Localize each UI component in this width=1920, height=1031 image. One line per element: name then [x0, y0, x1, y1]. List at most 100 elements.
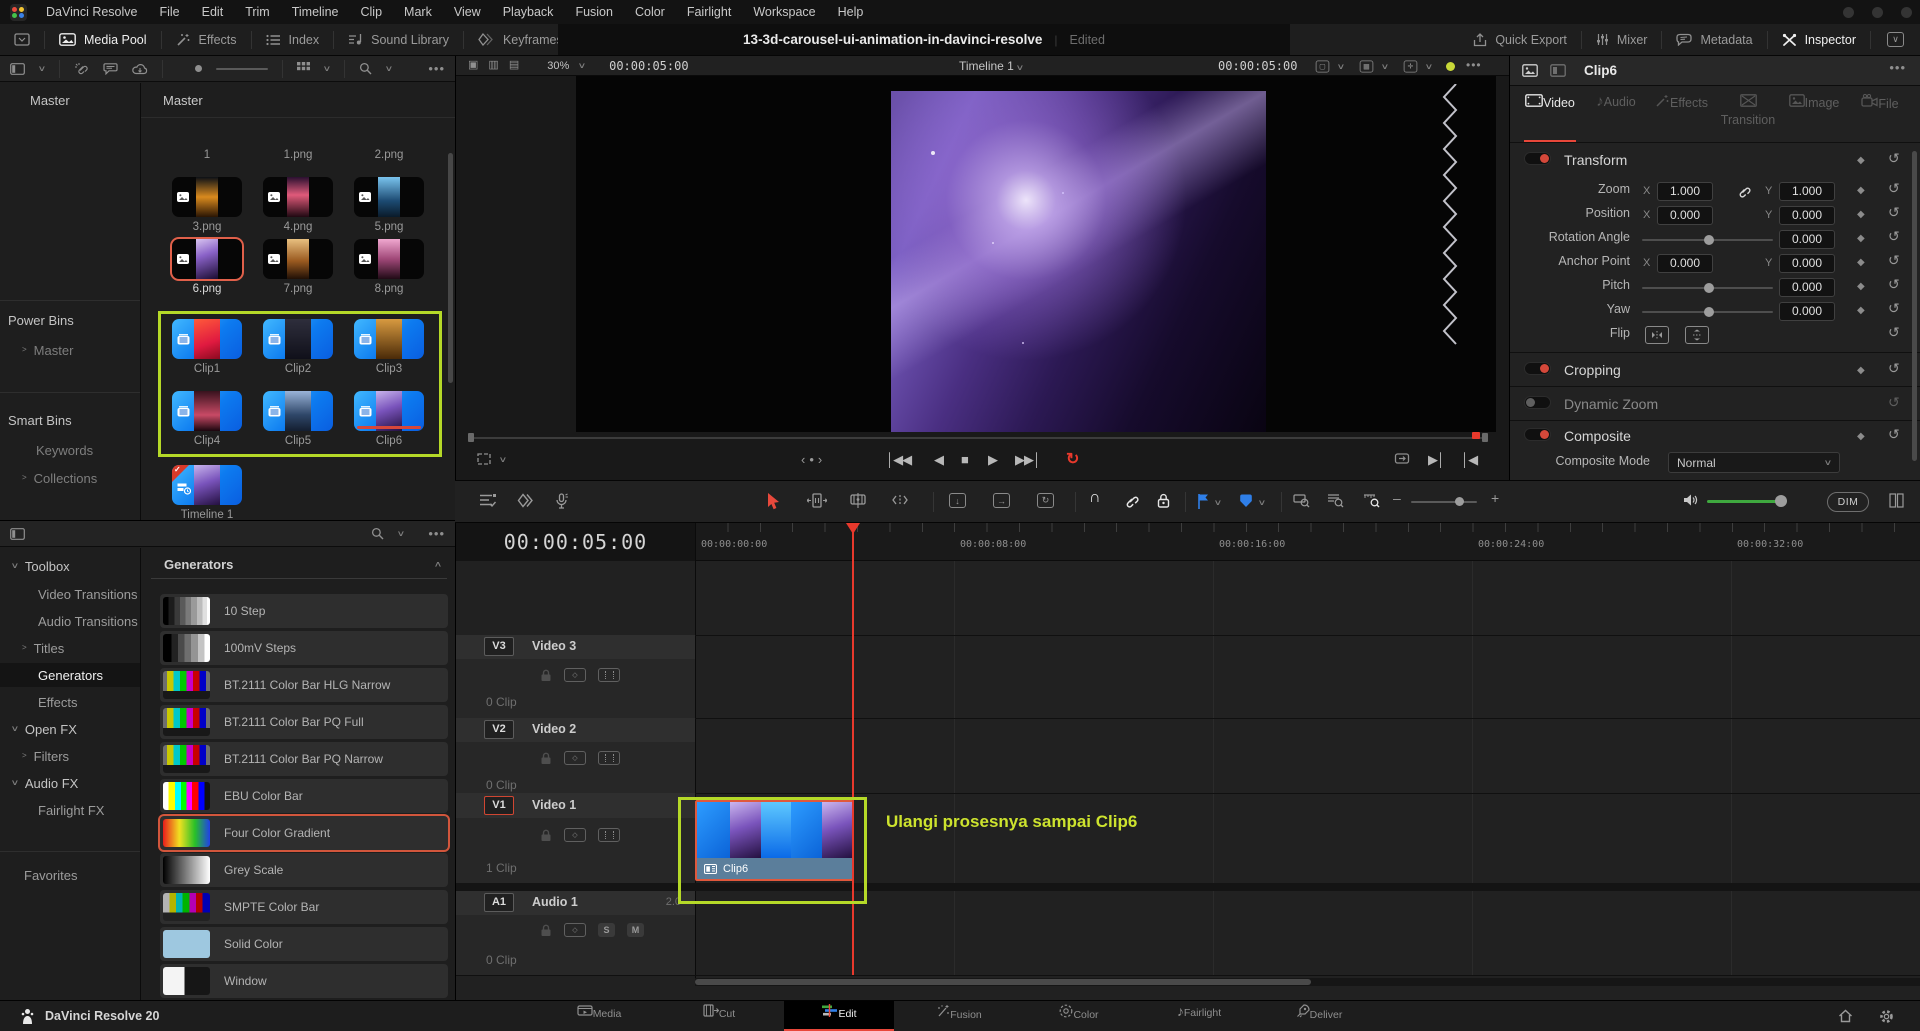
- pitch-field[interactable]: 0.000: [1779, 278, 1835, 297]
- media-item-8png[interactable]: 8.png: [354, 239, 424, 295]
- menu-timeline[interactable]: Timeline: [281, 5, 350, 19]
- settings-gear-icon[interactable]: [1879, 1009, 1894, 1024]
- rotation-field[interactable]: 0.000: [1779, 230, 1835, 249]
- position-y-field[interactable]: 0.000: [1779, 206, 1835, 225]
- inspector-tab-file[interactable]: File: [1848, 94, 1912, 140]
- match-frame-button[interactable]: │◀: [1461, 452, 1477, 468]
- transform-keyframe-icon[interactable]: ◆: [1857, 155, 1865, 166]
- track-name-a1[interactable]: Audio 1: [532, 895, 578, 909]
- page-tab-fairlight[interactable]: ♪Fairlight: [1144, 1001, 1254, 1031]
- smart-bins-keywords[interactable]: Keywords: [0, 438, 140, 462]
- trim-edit-mode-icon[interactable]: [807, 493, 827, 508]
- track-lock-icon[interactable]: [540, 829, 552, 842]
- rotation-slider[interactable]: [1642, 239, 1773, 241]
- window-minimize-button[interactable]: [1843, 7, 1854, 18]
- menu-trim[interactable]: Trim: [234, 5, 281, 19]
- zoom-out-button[interactable]: –: [1393, 490, 1401, 506]
- bin-view-chevron-icon[interactable]: ∨: [38, 65, 47, 73]
- position-keyframe-icon[interactable]: ◆: [1857, 209, 1865, 220]
- viewer-option1-icon[interactable]: ▢: [1316, 61, 1330, 73]
- generator-bt2111-pq-narrow[interactable]: BT.2111 Color Bar PQ Narrow: [160, 742, 448, 776]
- dynamic-trim-icon[interactable]: [891, 493, 909, 507]
- grid-view-chevron-icon[interactable]: ∨: [322, 65, 331, 73]
- window-maximize-button[interactable]: [1872, 7, 1883, 18]
- composite-toggle[interactable]: [1524, 428, 1551, 441]
- generator-grey-scale[interactable]: Grey Scale: [160, 853, 448, 887]
- effects-search-icon[interactable]: [371, 527, 384, 540]
- viewer-zoom-level[interactable]: 30%: [547, 60, 569, 72]
- cropping-keyframe-icon[interactable]: ◆: [1857, 365, 1865, 376]
- rotation-reset-icon[interactable]: ↺: [1888, 228, 1900, 245]
- play-around-button[interactable]: ▶│: [1428, 452, 1444, 468]
- page-tab-cut[interactable]: Cut: [664, 1001, 774, 1031]
- flag-chevron-icon[interactable]: ∨: [1214, 499, 1223, 507]
- track-header-a1[interactable]: A1 Audio 1 2.0: [456, 891, 695, 915]
- sound-library-button[interactable]: Sound Library: [334, 24, 463, 55]
- track-filmstrip-icon[interactable]: [598, 828, 620, 842]
- transform-toggle[interactable]: [1524, 152, 1551, 165]
- loop-clip-icon[interactable]: [1394, 452, 1410, 465]
- media-item-clip6[interactable]: Clip6: [354, 391, 424, 447]
- search-icon[interactable]: [359, 62, 372, 75]
- page-tab-fusion[interactable]: Fusion: [904, 1001, 1014, 1031]
- media-item-6png-selected[interactable]: 6.png: [172, 239, 242, 295]
- clip-filmstrip-icon[interactable]: [1550, 64, 1566, 77]
- menu-clip[interactable]: Clip: [350, 5, 394, 19]
- timeline-playhead[interactable]: [852, 523, 854, 975]
- yaw-field[interactable]: 0.000: [1779, 302, 1835, 321]
- snapping-icon[interactable]: ∩: [1089, 489, 1101, 507]
- jog-control[interactable]: ‹•›: [801, 452, 826, 467]
- inspector-tab-video[interactable]: Video: [1518, 94, 1582, 140]
- media-item-clip5[interactable]: Clip5: [263, 391, 333, 447]
- track-mute-button[interactable]: M: [627, 923, 644, 937]
- play-reverse-button[interactable]: ◀: [934, 452, 943, 468]
- cinema-viewer-icon[interactable]: ▤: [509, 60, 519, 71]
- smart-bins-collections[interactable]: >Collections: [0, 466, 140, 490]
- composite-reset-icon[interactable]: ↺: [1888, 426, 1900, 443]
- clip-info-icon[interactable]: [1522, 64, 1538, 77]
- viewer-mode-icon[interactable]: [476, 452, 492, 466]
- comments-icon[interactable]: [103, 63, 118, 75]
- overwrite-clip-icon[interactable]: →: [993, 493, 1010, 508]
- insert-clip-icon[interactable]: ↓: [949, 493, 966, 508]
- timeline-scrollbar-thumb[interactable]: [695, 979, 1311, 985]
- viewer-mode-chevron-icon[interactable]: ∨: [499, 456, 508, 464]
- viewer-menu-icon[interactable]: •••: [1466, 58, 1482, 72]
- expand-icon[interactable]: >: [22, 346, 27, 354]
- track-auto-select-icon[interactable]: ◇: [564, 923, 586, 937]
- razor-blade-icon[interactable]: [849, 493, 867, 508]
- dynamic-zoom-toggle[interactable]: [1524, 396, 1551, 409]
- track-id-v3[interactable]: V3: [484, 637, 514, 656]
- play-button[interactable]: ▶: [988, 452, 997, 468]
- collapse-icon[interactable]: ∨: [11, 725, 20, 733]
- generator-bt2111-pq-full[interactable]: BT.2111 Color Bar PQ Full: [160, 705, 448, 739]
- collapse-icon[interactable]: ∨: [11, 562, 20, 570]
- stop-button[interactable]: ■: [961, 452, 968, 467]
- voiceover-mic-icon[interactable]: [555, 493, 568, 509]
- track-auto-select-icon[interactable]: ◇: [564, 668, 586, 682]
- tree-generators-selected[interactable]: Generators: [0, 663, 140, 687]
- effects-search-chevron-icon[interactable]: ∨: [397, 530, 406, 538]
- tree-titles[interactable]: >Titles: [0, 636, 140, 660]
- anchor-y-field[interactable]: 0.000: [1779, 254, 1835, 273]
- generator-10step[interactable]: 10 Step: [160, 594, 448, 628]
- tree-open-fx[interactable]: ∨Open FX: [0, 717, 140, 741]
- tree-filters[interactable]: >Filters: [0, 744, 140, 768]
- flip-reset-icon[interactable]: ↺: [1888, 324, 1900, 341]
- link-clips-icon[interactable]: [1123, 493, 1139, 508]
- single-viewer-icon[interactable]: ▣: [468, 60, 478, 71]
- scrub-in-handle[interactable]: [468, 433, 474, 442]
- anchor-keyframe-icon[interactable]: ◆: [1857, 257, 1865, 268]
- menu-edit[interactable]: Edit: [191, 5, 235, 19]
- power-bins-header[interactable]: Power Bins: [0, 308, 140, 332]
- flag-icon[interactable]: [1197, 493, 1210, 509]
- collapse-list-icon[interactable]: ∨: [434, 560, 443, 568]
- position-lock-icon[interactable]: [1157, 493, 1170, 508]
- yaw-slider[interactable]: [1642, 311, 1773, 313]
- menu-app[interactable]: DaVinci Resolve: [35, 5, 148, 19]
- track-filmstrip-icon[interactable]: [598, 668, 620, 682]
- effects-button[interactable]: Effects: [162, 24, 251, 55]
- timeline-zoom-slider-handle[interactable]: [1455, 497, 1464, 506]
- composite-mode-dropdown[interactable]: Normal∨: [1668, 452, 1840, 473]
- generator-four-color-selected[interactable]: Four Color Gradient: [160, 816, 448, 850]
